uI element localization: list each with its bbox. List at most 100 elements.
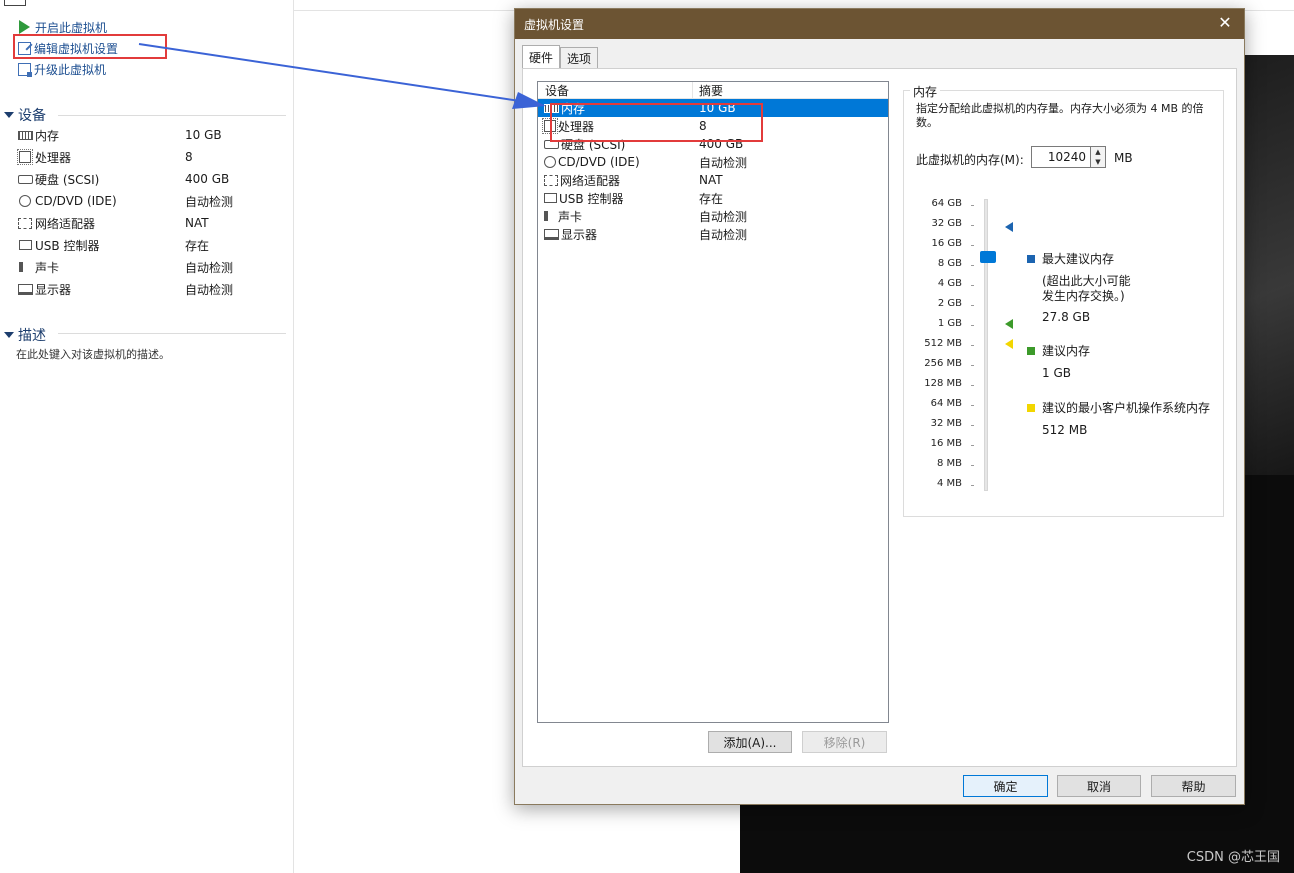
max-recommended-value: 27.8 GB [1042,310,1091,324]
device-value: 存在 [185,238,210,253]
tab-hardware[interactable]: 硬件 [522,45,561,68]
max-recommended-note: (超出此大小可能 发生内存交换。) [1042,274,1131,303]
scale-label: 8 MB [936,458,962,469]
device-row-processor[interactable]: 处理器 8 [17,148,277,166]
remove-device-button[interactable]: 移除(R) [802,731,887,753]
vm-summary-panel: 开启此虚拟机 编辑虚拟机设置 升级此虚拟机 设备 内存 10 GB 处理器 8 … [0,0,294,873]
scale-label: 32 MB [930,418,962,429]
recommended-title: 建议内存 [1042,344,1091,358]
device-list-row-sound-card[interactable]: 声卡 自动检测 [538,207,888,225]
row-device: USB 控制器 [559,191,624,206]
device-list[interactable]: 设备 摘要 内存 10 GB 处理器 8 硬盘 (SCSI) 400 GB CD… [537,81,889,723]
minimum-title: 建议的最小客户机操作系统内存 [1042,401,1211,415]
max-recommended-legend-icon [1027,255,1035,263]
device-list-row-processor[interactable]: 处理器 8 [538,117,888,135]
memory-slider-track[interactable] [984,199,988,491]
scale-tick [971,445,974,446]
help-button[interactable]: 帮助 [1151,775,1236,797]
add-device-button[interactable]: 添加(A)... [708,731,792,753]
spin-up-icon[interactable]: ▲ [1091,147,1105,157]
processor-icon [17,149,33,165]
row-device: 内存 [561,101,586,116]
device-list-row-cd-dvd[interactable]: CD/DVD (IDE) 自动检测 [538,153,888,171]
device-list-row-hard-disk[interactable]: 硬盘 (SCSI) 400 GB [538,135,888,153]
device-name: USB 控制器 [35,238,100,253]
scale-tick [971,365,974,366]
device-list-header: 设备 摘要 [538,82,888,99]
cd-dvd-icon [19,195,31,207]
device-row-hard-disk[interactable]: 硬盘 (SCSI) 400 GB [17,170,277,188]
device-value: 自动检测 [185,282,234,297]
device-name: 内存 [35,128,60,143]
scale-tick [971,205,974,206]
dialog-tabs: 硬件 选项 [522,45,599,68]
section-divider [58,333,286,334]
ok-button[interactable]: 确定 [963,775,1048,797]
network-adapter-icon [544,174,558,186]
description-placeholder[interactable]: 在此处键入对该虚拟机的描述。 [16,346,170,362]
device-value: 8 [185,150,193,164]
vm-settings-dialog: 虚拟机设置 ✕ 硬件 选项 设备 摘要 内存 10 GB 处理器 8 硬盘 (S… [514,8,1245,805]
usb-icon [544,193,557,203]
device-value: 自动检测 [185,194,234,209]
device-row-cd-dvd[interactable]: CD/DVD (IDE) 自动检测 [17,192,277,210]
scale-tick [971,405,974,406]
scale-label: 8 GB [937,258,962,269]
row-device: 显示器 [561,227,598,242]
cancel-button[interactable]: 取消 [1057,775,1141,797]
row-device: 处理器 [558,119,595,134]
row-device: 网络适配器 [560,173,621,188]
row-summary: 8 [699,119,707,133]
scale-label: 64 MB [930,398,962,409]
row-summary: 自动检测 [699,155,748,170]
device-list-row-memory[interactable]: 内存 10 GB [538,99,888,117]
row-summary: 自动检测 [699,209,748,224]
scale-label: 16 GB [931,238,962,249]
max-recommended-title: 最大建议内存 [1042,252,1115,266]
cd-dvd-icon [544,156,556,168]
scale-tick [971,485,974,486]
spin-down-icon[interactable]: ▼ [1091,157,1105,167]
row-summary: NAT [699,173,723,187]
highlight-box [13,34,167,59]
scale-label: 32 GB [931,218,962,229]
device-row-sound-card[interactable]: 声卡 自动检测 [17,258,277,276]
sound-card-icon [544,211,556,221]
device-row-usb-controller[interactable]: USB 控制器 存在 [17,236,277,254]
device-value: 自动检测 [185,260,234,275]
scale-label: 512 MB [924,338,962,349]
scale-label: 2 GB [937,298,962,309]
scale-label: 64 GB [931,198,962,209]
column-header-summary[interactable]: 摘要 [693,82,723,98]
scale-tick [971,265,974,266]
processor-icon [542,118,558,134]
device-value: 10 GB [185,128,222,142]
play-icon [19,20,30,34]
max-recommended-marker-icon [1005,222,1013,232]
upgrade-vm-link[interactable]: 升级此虚拟机 [18,60,106,78]
memory-slider-thumb[interactable] [980,251,996,263]
device-row-network-adapter[interactable]: 网络适配器 NAT [17,214,277,232]
collapse-arrow-icon [4,112,14,118]
memory-icon [544,103,559,113]
memory-spinner[interactable]: ▲ ▼ [1091,146,1106,168]
device-list-row-usb-controller[interactable]: USB 控制器 存在 [538,189,888,207]
devices-section-toggle[interactable]: 设备 [4,105,46,125]
device-list-row-monitor[interactable]: 显示器 自动检测 [538,225,888,243]
device-row-memory[interactable]: 内存 10 GB [17,126,277,144]
device-value: NAT [185,216,209,230]
dialog-title: 虚拟机设置 [524,17,585,32]
device-row-monitor[interactable]: 显示器 自动检测 [17,280,277,298]
tab-options[interactable]: 选项 [560,47,599,68]
scale-tick [971,385,974,386]
column-header-device[interactable]: 设备 [538,82,693,98]
scale-tick [971,225,974,226]
row-device: 硬盘 (SCSI) [561,137,626,152]
dialog-titlebar[interactable]: 虚拟机设置 ✕ [515,9,1244,39]
memory-group: 内存 指定分配给此虚拟机的内存量。内存大小必须为 4 MB 的倍数。 此虚拟机的… [903,83,1224,517]
device-list-row-network-adapter[interactable]: 网络适配器 NAT [538,171,888,189]
close-icon[interactable]: ✕ [1216,14,1234,32]
description-section-toggle[interactable]: 描述 [4,325,46,345]
row-summary: 400 GB [699,137,744,151]
memory-size-input[interactable]: 10240 [1031,146,1091,168]
